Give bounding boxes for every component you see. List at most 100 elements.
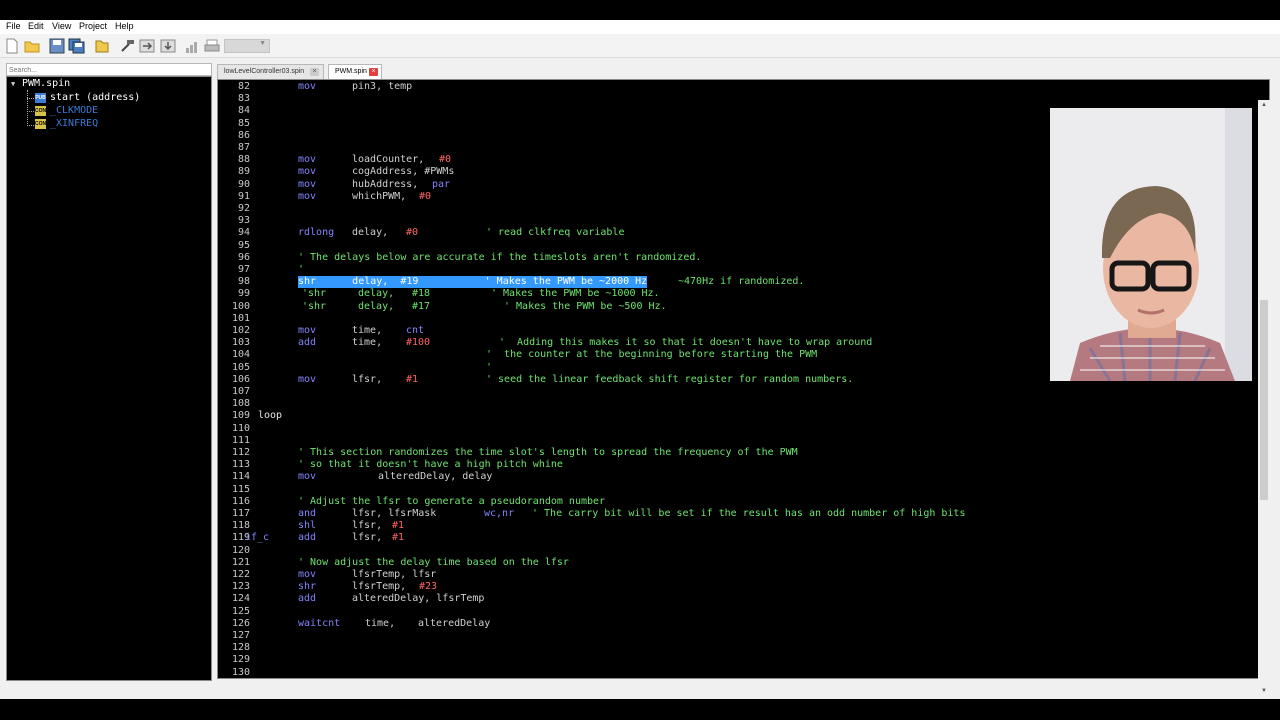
open-icon[interactable] (94, 38, 110, 54)
code-token: lfsr, (352, 520, 389, 532)
con-block-icon: CON (35, 119, 47, 129)
code-token: ' read clkfreq variable (486, 227, 625, 239)
code-token: 'shr (302, 288, 327, 300)
line-number: 105 (231, 361, 250, 373)
code-token: wc,nr (484, 508, 515, 519)
line-number: 98 (237, 276, 250, 288)
save-all-icon[interactable] (68, 38, 85, 54)
line-number: 83 (237, 93, 250, 105)
code-line[interactable]: 116 ' Adjust the lfsr to generate a pseud… (218, 496, 1268, 508)
code-line[interactable]: 110 (218, 423, 1268, 435)
line-number: 128 (231, 642, 250, 654)
line-number: 86 (237, 129, 250, 141)
code-line[interactable]: 111 (218, 435, 1268, 447)
editor-scrollbar[interactable]: ▲ ▼ (1258, 100, 1270, 699)
open-folder-icon[interactable] (24, 38, 40, 54)
toolbar-dropdown[interactable]: ▼ (224, 39, 270, 53)
load-eeprom-icon[interactable] (160, 38, 176, 54)
close-icon[interactable]: × (310, 68, 319, 76)
line-number: 120 (231, 544, 250, 556)
line-number: 112 (231, 447, 250, 458)
line-number: 124 (231, 593, 250, 605)
chart-icon[interactable] (184, 38, 200, 54)
menu-help[interactable]: Help (115, 21, 134, 31)
search-input[interactable] (6, 63, 212, 76)
code-line[interactable]: 125 (218, 606, 1268, 618)
code-token: cnt (406, 325, 425, 336)
code-line[interactable]: 118 shl lfsr, #1 (218, 520, 1268, 532)
code-token: pin3, temp (352, 81, 413, 92)
line-number: 118 (231, 520, 250, 532)
code-line[interactable]: 120 (218, 545, 1268, 557)
code-token: loop (258, 410, 283, 422)
code-line[interactable]: 83 (218, 93, 1268, 105)
scroll-thumb[interactable] (1260, 300, 1268, 500)
new-file-icon[interactable] (5, 38, 21, 54)
line-number: 94 (237, 227, 250, 239)
code-token: ' so that it doesn't have a high pitch w… (298, 459, 563, 471)
tree-item-clkmode[interactable]: _CLKMODE (50, 105, 98, 117)
line-number: 96 (237, 251, 250, 263)
menu-view[interactable]: View (52, 21, 71, 31)
tree-expand-icon[interactable]: ▼ (11, 78, 15, 90)
menu-file[interactable]: File (6, 21, 21, 31)
toolbar: ▼ (0, 34, 1280, 58)
line-number: 100 (231, 300, 250, 312)
code-token: shr (298, 581, 317, 593)
menu-project[interactable]: Project (79, 21, 107, 31)
code-line[interactable]: 126 waitcnt time, alteredDelay (218, 618, 1268, 630)
code-line[interactable]: 107 (218, 386, 1268, 398)
code-line[interactable]: 108 (218, 398, 1268, 410)
print-icon[interactable] (204, 38, 220, 54)
tab-lowlevelcontroller[interactable]: lowLevelController03.spin × (217, 64, 324, 79)
line-number: 91 (237, 190, 250, 202)
code-token: #1 (406, 373, 419, 385)
code-line[interactable]: 82 mov pin3, temp (218, 81, 1268, 93)
menu-edit[interactable]: Edit (28, 21, 44, 31)
code-token: ' The carry bit will be set if the resul… (532, 508, 966, 519)
code-token: mov (298, 471, 317, 483)
scroll-up-icon[interactable]: ▲ (1260, 102, 1268, 110)
line-number: 111 (231, 434, 250, 446)
build-icon[interactable] (119, 38, 135, 54)
line-number: 116 (231, 495, 250, 507)
code-token: and (298, 508, 317, 519)
tab-pwm[interactable]: PWM.spin × (328, 64, 382, 79)
code-line[interactable]: 122 mov lfsrTemp, lfsr (218, 569, 1268, 581)
code-line[interactable]: 127 (218, 630, 1268, 642)
load-ram-icon[interactable] (139, 38, 155, 54)
line-number: 110 (231, 422, 250, 434)
close-icon[interactable]: × (369, 68, 378, 76)
code-line[interactable]: 124 add alteredDelay, lfsrTemp (218, 593, 1268, 605)
code-line[interactable]: 119 if_c add lfsr, #1 (218, 532, 1268, 544)
code-token: ' This section randomizes the time slot'… (298, 447, 798, 458)
line-number: 121 (231, 556, 250, 568)
code-token: #17 (412, 300, 431, 312)
code-token: lfsr, (352, 532, 389, 544)
code-line[interactable]: 128 (218, 642, 1268, 654)
code-line[interactable]: 129 (218, 654, 1268, 666)
code-line[interactable]: 109 loop (218, 410, 1268, 422)
propeller-tool-window: File Edit View Project Help ▼ Search... … (0, 20, 1280, 699)
line-number: 97 (237, 264, 250, 275)
code-token: #0 (439, 154, 452, 166)
code-line[interactable]: 117 and lfsr, lfsrMask wc,nr ' The carry bit… (218, 508, 1268, 520)
tab-label: lowLevelController03.spin (224, 68, 305, 75)
code-token: #18 (412, 288, 431, 300)
code-line[interactable]: 114 mov alteredDelay, delay (218, 471, 1268, 483)
code-token: #0 (406, 227, 419, 239)
code-line[interactable]: 123 shr lfsrTemp, #23 (218, 581, 1268, 593)
save-icon[interactable] (49, 38, 65, 54)
code-line[interactable]: 115 (218, 484, 1268, 496)
code-line[interactable]: 113 ' so that it doesn't have a high pitc… (218, 459, 1268, 471)
scroll-down-icon[interactable]: ▼ (1260, 688, 1268, 696)
line-number: 117 (231, 508, 250, 519)
tree-item-start[interactable]: start (address) (50, 92, 140, 104)
code-line[interactable]: 130 (218, 667, 1268, 678)
tree-root[interactable]: PWM.spin (22, 78, 70, 90)
code-line[interactable]: 121 ' Now adjust the delay time based on … (218, 557, 1268, 569)
webcam-overlay (1050, 108, 1252, 381)
code-line[interactable]: 112 ' This section randomizes the time sl… (218, 447, 1268, 459)
code-token: ' (486, 361, 493, 373)
tree-item-xinfreq[interactable]: _XINFREQ (50, 118, 98, 130)
